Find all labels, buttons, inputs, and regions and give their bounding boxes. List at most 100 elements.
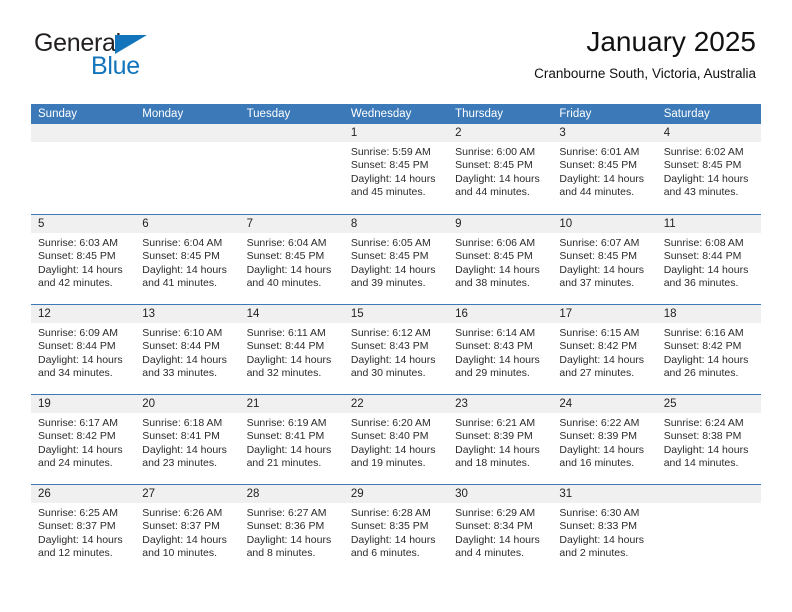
day-details: Sunrise: 6:17 AM Sunset: 8:42 PM Daylight:… — [31, 413, 135, 471]
sunset-time: Sunset: 8:45 PM — [350, 250, 429, 263]
daylight-duration-line1: Daylight: 14 hours — [559, 353, 645, 366]
day-cell[interactable]: 24 Sunrise: 6:22 AM Sunset: 8:39 PM Dayligh… — [552, 395, 657, 484]
day-number: 15 — [343, 305, 449, 323]
calendar-week-row: 1 Sunrise: 5:59 AM Sunset: 8:45 PM Daylight… — [31, 124, 761, 214]
day-number: 31 — [552, 485, 657, 503]
day-cell[interactable]: 4 Sunrise: 6:02 AM Sunset: 8:45 PM Daylight… — [656, 124, 761, 214]
day-details: Sunrise: 6:18 AM Sunset: 8:41 PM Daylight:… — [135, 413, 239, 471]
day-cell[interactable]: 15 Sunrise: 6:12 AM Sunset: 8:43 PM Dayligh… — [343, 305, 449, 394]
sunrise-time: Sunrise: 6:25 AM — [38, 507, 118, 519]
day-cell[interactable]: 9 Sunrise: 6:06 AM Sunset: 8:45 PM Daylight… — [448, 215, 553, 304]
day-cell[interactable]: 5 Sunrise: 6:03 AM Sunset: 8:45 PM Daylight… — [31, 215, 136, 304]
daylight-duration-line1: Daylight: 14 hours — [142, 353, 227, 366]
general-blue-logo[interactable]: General Blue — [34, 30, 264, 82]
day-cell[interactable]: 6 Sunrise: 6:04 AM Sunset: 8:45 PM Daylight… — [135, 215, 240, 304]
day-cell[interactable]: 13 Sunrise: 6:10 AM Sunset: 8:44 PM Dayligh… — [135, 305, 240, 394]
sunset-time: Sunset: 8:45 PM — [350, 159, 429, 172]
daylight-duration-line1: Daylight: 14 hours — [38, 263, 123, 276]
sunrise-time: Sunrise: 6:05 AM — [350, 237, 431, 249]
daylight-duration-line2: and 8 minutes. — [246, 547, 316, 560]
day-cell[interactable]: 23 Sunrise: 6:21 AM Sunset: 8:39 PM Dayligh… — [448, 395, 553, 484]
daylight-duration-line2: and 38 minutes. — [455, 277, 530, 290]
sunset-time: Sunset: 8:44 PM — [38, 340, 116, 353]
day-details: Sunrise: 6:22 AM Sunset: 8:39 PM Daylight:… — [552, 413, 656, 471]
day-number: 5 — [31, 215, 136, 233]
sunset-time: Sunset: 8:37 PM — [142, 520, 220, 533]
daylight-duration-line2: and 43 minutes. — [663, 186, 739, 199]
day-details: Sunrise: 6:12 AM Sunset: 8:43 PM Daylight:… — [344, 323, 448, 381]
daylight-duration-line2: and 14 minutes. — [663, 457, 739, 470]
daylight-duration-line2: and 6 minutes. — [350, 547, 420, 560]
day-cell[interactable]: 18 Sunrise: 6:16 AM Sunset: 8:42 PM Dayligh… — [656, 305, 761, 394]
day-cell[interactable]: 1 Sunrise: 5:59 AM Sunset: 8:45 PM Daylight… — [343, 124, 449, 214]
day-number: 27 — [135, 485, 240, 503]
daylight-duration-line2: and 2 minutes. — [559, 547, 629, 560]
sunrise-time: Sunrise: 6:20 AM — [350, 417, 431, 429]
daylight-duration-line2: and 33 minutes. — [142, 367, 217, 380]
sunset-time: Sunset: 8:37 PM — [38, 520, 116, 533]
day-number: 1 — [343, 124, 449, 142]
daylight-duration-line2: and 4 minutes. — [455, 547, 525, 560]
day-cell[interactable]: 27 Sunrise: 6:26 AM Sunset: 8:37 PM Dayligh… — [135, 485, 240, 574]
sunrise-time: Sunrise: 6:07 AM — [559, 237, 640, 249]
daylight-duration-line1: Daylight: 14 hours — [38, 533, 123, 546]
sunset-time: Sunset: 8:42 PM — [38, 430, 116, 443]
daylight-duration-line2: and 24 minutes. — [38, 457, 113, 470]
day-cell[interactable]: 28 Sunrise: 6:27 AM Sunset: 8:36 PM Dayligh… — [239, 485, 344, 574]
day-cell[interactable]: 7 Sunrise: 6:04 AM Sunset: 8:45 PM Daylight… — [239, 215, 344, 304]
day-number — [31, 124, 136, 142]
day-cell[interactable]: 10 Sunrise: 6:07 AM Sunset: 8:45 PM Dayligh… — [552, 215, 657, 304]
day-cell[interactable]: 11 Sunrise: 6:08 AM Sunset: 8:44 PM Dayligh… — [656, 215, 761, 304]
day-cell[interactable]: 31 Sunrise: 6:30 AM Sunset: 8:33 PM Dayligh… — [552, 485, 657, 574]
brand-text-general: General — [34, 29, 121, 57]
day-details: Sunrise: 6:29 AM Sunset: 8:34 PM Daylight:… — [448, 503, 552, 561]
sunrise-time: Sunrise: 6:11 AM — [246, 327, 326, 339]
day-cell[interactable]: 21 Sunrise: 6:19 AM Sunset: 8:41 PM Dayligh… — [239, 395, 344, 484]
day-cell[interactable]: 14 Sunrise: 6:11 AM Sunset: 8:44 PM Dayligh… — [239, 305, 344, 394]
day-cell[interactable]: 29 Sunrise: 6:28 AM Sunset: 8:35 PM Dayligh… — [343, 485, 449, 574]
day-cell[interactable]: 20 Sunrise: 6:18 AM Sunset: 8:41 PM Dayligh… — [135, 395, 240, 484]
sunrise-time: Sunrise: 6:16 AM — [663, 327, 744, 339]
brand-name-general: General — [34, 30, 264, 56]
sunrise-time: Sunrise: 6:09 AM — [38, 327, 118, 339]
day-details: Sunrise: 6:30 AM Sunset: 8:33 PM Daylight:… — [552, 503, 656, 561]
day-number: 11 — [656, 215, 761, 233]
day-details: Sunrise: 6:08 AM Sunset: 8:44 PM Daylight:… — [657, 233, 761, 291]
day-cell[interactable]: 30 Sunrise: 6:29 AM Sunset: 8:34 PM Dayligh… — [448, 485, 553, 574]
title-block: January 2025 Cranbourne South, Victoria,… — [534, 26, 756, 83]
day-cell[interactable]: 22 Sunrise: 6:20 AM Sunset: 8:40 PM Dayligh… — [343, 395, 449, 484]
sunset-time: Sunset: 8:35 PM — [350, 520, 429, 533]
day-cell-empty — [239, 124, 344, 214]
daylight-duration-line2: and 10 minutes. — [142, 547, 217, 560]
day-cell[interactable]: 16 Sunrise: 6:14 AM Sunset: 8:43 PM Dayligh… — [448, 305, 553, 394]
sunset-time: Sunset: 8:45 PM — [246, 250, 325, 263]
sunrise-time: Sunrise: 5:59 AM — [350, 146, 431, 158]
day-details: Sunrise: 6:06 AM Sunset: 8:45 PM Daylight:… — [448, 233, 552, 291]
day-cell[interactable]: 8 Sunrise: 6:05 AM Sunset: 8:45 PM Daylight… — [343, 215, 449, 304]
day-cell[interactable]: 17 Sunrise: 6:15 AM Sunset: 8:42 PM Dayligh… — [552, 305, 657, 394]
daylight-duration-line2: and 40 minutes. — [246, 277, 322, 290]
sunset-time: Sunset: 8:33 PM — [559, 520, 638, 533]
sunset-time: Sunset: 8:45 PM — [663, 159, 742, 172]
sunset-time: Sunset: 8:41 PM — [246, 430, 325, 443]
day-cell[interactable]: 19 Sunrise: 6:17 AM Sunset: 8:42 PM Dayligh… — [31, 395, 136, 484]
sunrise-time: Sunrise: 6:15 AM — [559, 327, 640, 339]
day-details: Sunrise: 6:20 AM Sunset: 8:40 PM Daylight:… — [344, 413, 448, 471]
day-cell[interactable]: 2 Sunrise: 6:00 AM Sunset: 8:45 PM Daylight… — [448, 124, 553, 214]
daylight-duration-line1: Daylight: 14 hours — [142, 533, 227, 546]
sunset-time: Sunset: 8:43 PM — [350, 340, 429, 353]
daylight-duration-line1: Daylight: 14 hours — [246, 443, 332, 456]
day-cell[interactable]: 3 Sunrise: 6:01 AM Sunset: 8:45 PM Daylight… — [552, 124, 657, 214]
day-cell[interactable]: 26 Sunrise: 6:25 AM Sunset: 8:37 PM Dayligh… — [31, 485, 136, 574]
weekday-header-saturday: Saturday — [663, 108, 710, 120]
sunrise-time: Sunrise: 6:29 AM — [455, 507, 536, 519]
day-details: Sunrise: 6:10 AM Sunset: 8:44 PM Daylight:… — [135, 323, 239, 381]
sunset-time: Sunset: 8:42 PM — [663, 340, 742, 353]
day-cell[interactable]: 12 Sunrise: 6:09 AM Sunset: 8:44 PM Dayligh… — [31, 305, 136, 394]
day-cell[interactable]: 25 Sunrise: 6:24 AM Sunset: 8:38 PM Dayligh… — [656, 395, 761, 484]
sunset-time: Sunset: 8:38 PM — [663, 430, 742, 443]
sunrise-time: Sunrise: 6:01 AM — [559, 146, 640, 158]
day-details: Sunrise: 6:26 AM Sunset: 8:37 PM Daylight:… — [135, 503, 239, 561]
daylight-duration-line1: Daylight: 14 hours — [350, 353, 436, 366]
page-subtitle: Cranbourne South, Victoria, Australia — [534, 66, 756, 81]
